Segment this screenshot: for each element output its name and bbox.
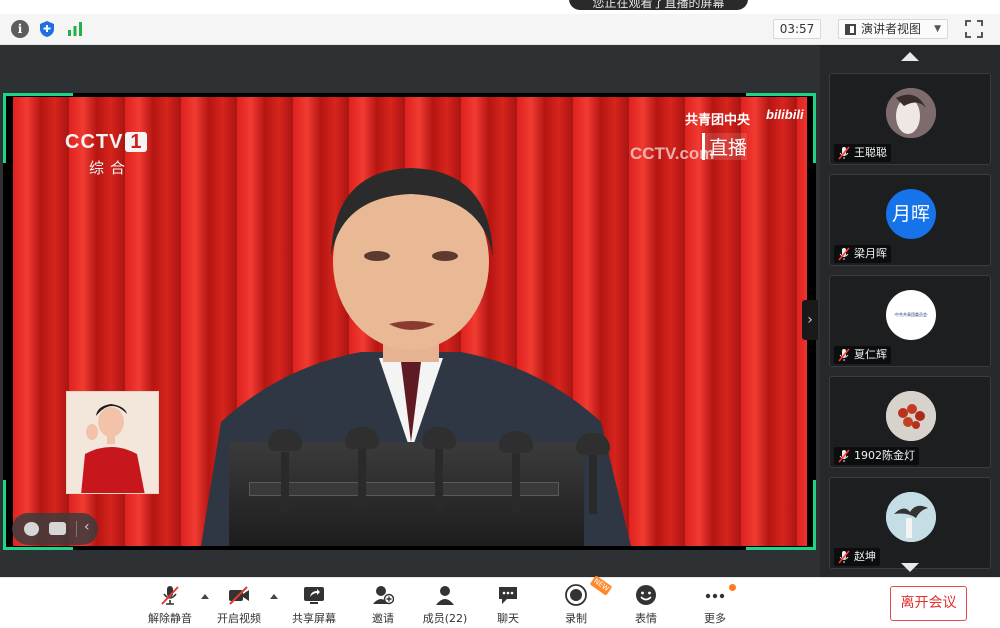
record-button[interactable]: 录制 xyxy=(558,578,594,628)
participant-sidebar: 王聪聪 月晖 梁月晖 ·中共共青团委员会· 夏仁辉 1902陈金灯 赵坤 xyxy=(820,45,1000,577)
avatar: 月晖 xyxy=(886,189,936,239)
microphone-stand xyxy=(512,452,520,512)
avatar xyxy=(886,492,936,542)
speaker-layout-icon xyxy=(845,24,856,35)
avatar xyxy=(886,391,936,441)
frame-corner xyxy=(746,93,816,163)
scroll-up-arrow-icon[interactable] xyxy=(901,52,919,61)
muted-mic-icon xyxy=(838,247,850,261)
chat-bubble-icon[interactable] xyxy=(49,522,66,535)
muted-mic-icon xyxy=(838,449,850,463)
participant-tile[interactable]: 1902陈金灯 xyxy=(829,376,991,468)
meeting-timer: 03:57 xyxy=(773,19,821,39)
invite-label: 邀请 xyxy=(372,612,394,625)
top-toolbar: i 03:57 演讲者视图 ▼ xyxy=(0,14,1000,45)
participant-tile[interactable]: ·中共共青团委员会· 夏仁辉 xyxy=(829,275,991,367)
participant-tile[interactable]: 王聪聪 xyxy=(829,73,991,165)
chat-label: 聊天 xyxy=(497,612,519,625)
record-label: 录制 xyxy=(565,612,587,625)
participant-name: 夏仁辉 xyxy=(854,348,887,361)
unmute-label: 解除静音 xyxy=(148,612,192,625)
audio-options-arrow-icon[interactable] xyxy=(201,594,209,599)
microphone-icon xyxy=(345,427,379,449)
quick-reaction-pill: ‹ xyxy=(12,513,98,545)
security-shield-icon[interactable] xyxy=(38,20,56,38)
muted-mic-icon xyxy=(838,348,850,362)
chevron-down-icon: ▼ xyxy=(934,24,941,34)
avatar xyxy=(886,88,936,138)
emoji-icon[interactable] xyxy=(24,522,39,536)
share-screen-button[interactable]: 共享屏幕 xyxy=(288,578,340,628)
share-screen-icon xyxy=(304,587,324,604)
chat-icon xyxy=(499,587,517,604)
members-icon xyxy=(436,586,454,605)
sign-language-inset xyxy=(66,391,159,494)
cctv-channel-subtitle: 综合 xyxy=(89,159,132,177)
avatar: ·中共共青团委员会· xyxy=(886,290,936,340)
cctv-channel-logo: CCTV 1 xyxy=(65,131,148,154)
source-label: 共青团中央 xyxy=(685,113,751,128)
fullscreen-icon[interactable] xyxy=(965,20,983,38)
view-mode-label: 演讲者视图 xyxy=(861,22,922,36)
participant-name-tag: 梁月晖 xyxy=(834,245,891,263)
view-mode-select[interactable]: 演讲者视图 ▼ xyxy=(838,19,948,39)
notification-dot xyxy=(729,584,736,591)
muted-mic-icon xyxy=(838,550,850,564)
more-button[interactable]: 更多 xyxy=(697,578,733,628)
video-options-arrow-icon[interactable] xyxy=(270,594,278,599)
more-label: 更多 xyxy=(704,612,726,625)
microphone-icon xyxy=(422,427,456,449)
participant-name: 王聪聪 xyxy=(854,146,887,159)
participant-name-tag: 赵坤 xyxy=(834,548,880,566)
reactions-button[interactable]: 表情 xyxy=(628,578,664,628)
muted-mic-icon xyxy=(161,586,179,605)
main-video-stage: CCTV 1 综合 共青团中央 bilibili CCTV.com 直播 ‹ › xyxy=(0,45,820,577)
reactions-label: 表情 xyxy=(635,612,657,625)
microphone-stand xyxy=(435,449,443,509)
microphone-stand xyxy=(589,454,597,514)
participant-name-tag: 1902陈金灯 xyxy=(834,447,919,465)
participant-name: 1902陈金灯 xyxy=(854,449,915,462)
network-signal-icon[interactable] xyxy=(66,20,84,38)
unmute-button[interactable]: 解除静音 xyxy=(146,578,194,628)
divider xyxy=(76,521,77,537)
more-dots-icon xyxy=(705,593,725,599)
emoji-icon xyxy=(636,585,656,605)
invite-button[interactable]: 邀请 xyxy=(365,578,401,628)
record-icon xyxy=(565,584,587,606)
start-video-label: 开启视频 xyxy=(217,612,261,625)
collapse-sidebar-handle[interactable]: › xyxy=(802,300,818,340)
participant-name-tag: 王聪聪 xyxy=(834,144,891,162)
top-strip: 您正在观看了直播的屏幕 xyxy=(0,0,1000,14)
members-button[interactable]: 成员(22) xyxy=(420,578,470,628)
members-label: 成员(22) xyxy=(422,612,468,625)
start-video-button[interactable]: 开启视频 xyxy=(214,578,264,628)
frame-corner xyxy=(3,93,73,163)
video-off-icon xyxy=(229,586,249,605)
chevron-left-icon[interactable]: ‹ xyxy=(84,519,90,535)
shared-video: CCTV 1 综合 共青团中央 bilibili CCTV.com 直播 xyxy=(13,97,807,546)
microphone-icon xyxy=(576,433,610,455)
frame-corner xyxy=(746,480,816,550)
meeting-control-bar: 解除静音 开启视频 共享屏幕 邀请 成员(22) 聊天 录制 NEW 表情 更多… xyxy=(0,575,1000,628)
live-indicator: 直播 xyxy=(702,133,748,160)
microphone-icon xyxy=(499,431,533,453)
leave-meeting-button[interactable]: 离开会议 xyxy=(890,586,967,621)
participant-tile[interactable]: 赵坤 xyxy=(829,477,991,569)
add-user-icon xyxy=(373,586,394,605)
microphone-stand xyxy=(358,447,366,507)
info-icon[interactable]: i xyxy=(11,20,29,38)
screen-share-toast: 您正在观看了直播的屏幕 xyxy=(569,0,748,10)
participant-name-tag: 夏仁辉 xyxy=(834,346,891,364)
participant-tile[interactable]: 月晖 梁月晖 xyxy=(829,174,991,266)
chat-button[interactable]: 聊天 xyxy=(490,578,526,628)
share-screen-label: 共享屏幕 xyxy=(292,612,336,625)
microphone-icon xyxy=(268,429,302,451)
microphone-stand xyxy=(281,452,289,512)
participant-name: 梁月晖 xyxy=(854,247,887,260)
shared-screen-frame: CCTV 1 综合 共青团中央 bilibili CCTV.com 直播 xyxy=(3,93,816,550)
scroll-down-arrow-icon[interactable] xyxy=(901,563,919,572)
participant-name: 赵坤 xyxy=(854,550,876,563)
muted-mic-icon xyxy=(838,146,850,160)
